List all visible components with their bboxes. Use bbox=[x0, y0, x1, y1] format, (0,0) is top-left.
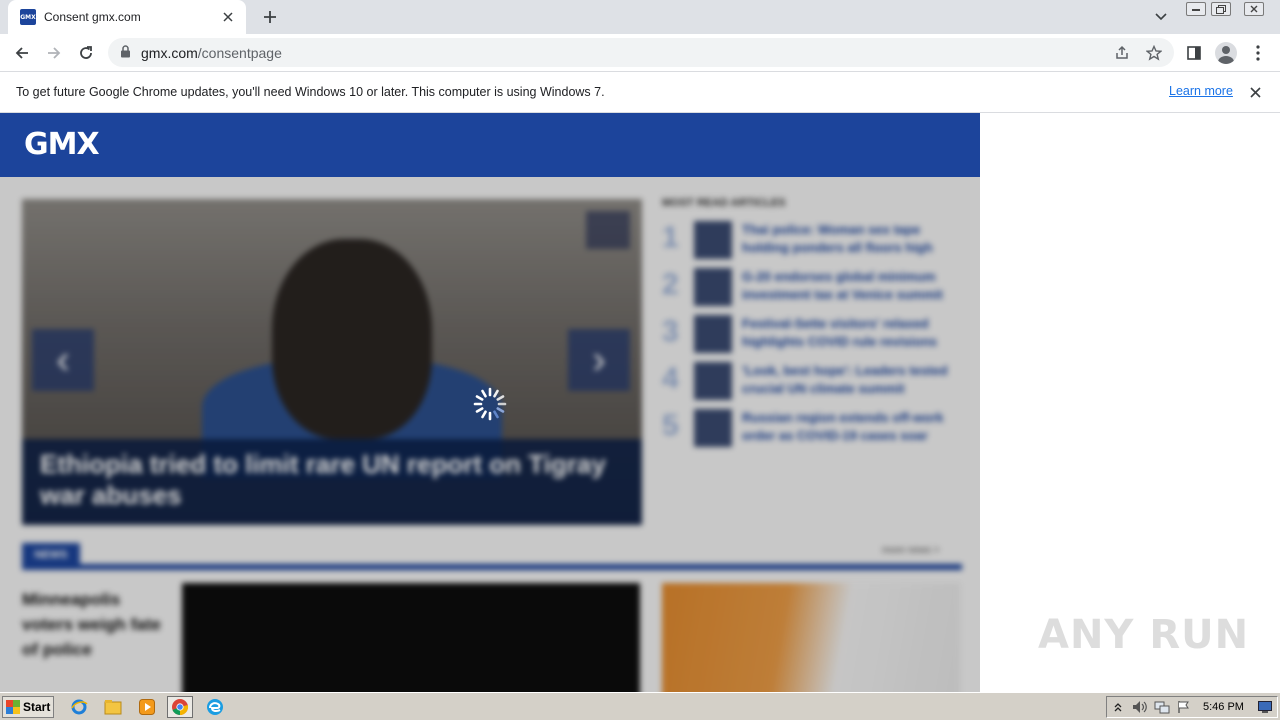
file-explorer-icon[interactable] bbox=[100, 696, 126, 718]
profile-avatar[interactable] bbox=[1212, 39, 1240, 67]
page-right-blank bbox=[980, 113, 1280, 692]
show-desktop-icon[interactable] bbox=[1254, 697, 1276, 717]
url-text: gmx.com/consentpage bbox=[141, 44, 282, 61]
loading-spinner-icon bbox=[473, 387, 507, 421]
gmx-header: GMX bbox=[0, 113, 980, 177]
reload-button[interactable] bbox=[72, 39, 100, 67]
anyrun-watermark: ANY RUN bbox=[1038, 612, 1250, 658]
tab-strip: GMX Consent gmx.com bbox=[0, 0, 1280, 34]
infobar-message: To get future Google Chrome updates, you… bbox=[16, 85, 605, 99]
lock-icon[interactable] bbox=[120, 44, 131, 61]
tab-search-chevron-icon[interactable] bbox=[1150, 7, 1172, 27]
address-bar[interactable]: gmx.com/consentpage bbox=[108, 38, 1174, 67]
gmx-favicon-icon: GMX bbox=[20, 9, 36, 25]
update-infobar: To get future Google Chrome updates, you… bbox=[0, 72, 1280, 113]
consent-loading-overlay bbox=[0, 177, 980, 692]
start-button[interactable]: Start bbox=[2, 696, 54, 718]
learn-more-link[interactable]: Learn more bbox=[1169, 84, 1233, 98]
system-tray: 5:46 PM bbox=[1106, 696, 1278, 718]
edge-icon[interactable] bbox=[202, 696, 228, 718]
volume-icon[interactable] bbox=[1129, 697, 1151, 717]
restore-button[interactable] bbox=[1209, 1, 1233, 17]
network-icon[interactable] bbox=[1151, 697, 1173, 717]
browser-toolbar: gmx.com/consentpage bbox=[0, 34, 1280, 72]
close-infobar-icon[interactable] bbox=[1246, 83, 1264, 101]
taskbar-clock[interactable]: 5:46 PM bbox=[1203, 701, 1244, 713]
close-tab-icon[interactable] bbox=[220, 9, 236, 25]
show-hidden-icons-icon[interactable] bbox=[1107, 697, 1129, 717]
media-player-icon[interactable] bbox=[134, 696, 160, 718]
menu-kebab-icon[interactable] bbox=[1244, 39, 1272, 67]
gmx-page: GMX ‹ › Ethiopia tried to limit rare UN … bbox=[0, 113, 980, 692]
close-window-button[interactable] bbox=[1242, 1, 1266, 17]
side-panel-icon[interactable] bbox=[1180, 39, 1208, 67]
windows-flag-icon bbox=[6, 700, 20, 714]
gmx-logo[interactable]: GMX bbox=[24, 127, 100, 162]
action-center-flag-icon[interactable] bbox=[1173, 697, 1195, 717]
share-icon[interactable] bbox=[1113, 44, 1131, 62]
internet-explorer-icon[interactable] bbox=[66, 696, 92, 718]
new-tab-button[interactable] bbox=[258, 5, 282, 29]
chrome-taskbar-icon[interactable] bbox=[167, 696, 193, 718]
minimize-button[interactable] bbox=[1184, 1, 1208, 17]
start-label: Start bbox=[23, 700, 51, 714]
browser-tab[interactable]: GMX Consent gmx.com bbox=[8, 0, 246, 34]
windows-taskbar: Start 5:46 PM bbox=[0, 692, 1280, 720]
forward-button[interactable] bbox=[40, 39, 68, 67]
back-button[interactable] bbox=[8, 39, 36, 67]
bookmark-star-icon[interactable] bbox=[1145, 44, 1163, 62]
tab-title: Consent gmx.com bbox=[44, 10, 141, 24]
